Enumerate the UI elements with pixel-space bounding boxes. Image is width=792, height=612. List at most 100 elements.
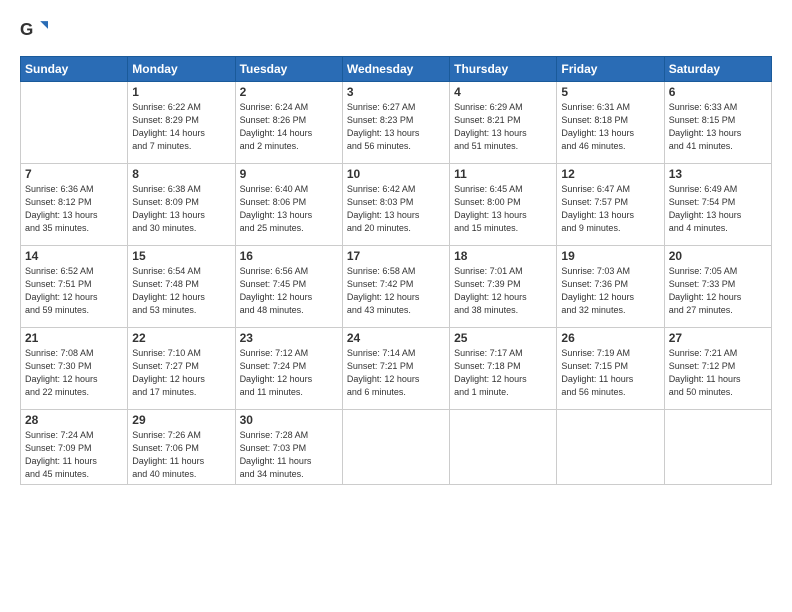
day-number: 16: [240, 249, 338, 263]
col-header-wednesday: Wednesday: [342, 57, 449, 82]
day-number: 12: [561, 167, 659, 181]
day-number: 3: [347, 85, 445, 99]
day-number: 27: [669, 331, 767, 345]
day-number: 9: [240, 167, 338, 181]
day-number: 26: [561, 331, 659, 345]
calendar-cell: 6Sunrise: 6:33 AM Sunset: 8:15 PM Daylig…: [664, 82, 771, 164]
day-info: Sunrise: 7:10 AM Sunset: 7:27 PM Dayligh…: [132, 347, 230, 399]
calendar-cell: 12 Sunrise: 6:47 AM Sunset: 7:57 PM Dayli…: [557, 164, 664, 246]
day-info: Sunrise: 6:31 AM Sunset: 8:18 PM Dayligh…: [561, 101, 659, 153]
day-number: 11: [454, 167, 552, 181]
day-info: Sunrise: 6:52 AM Sunset: 7:51 PM Dayligh…: [25, 265, 123, 317]
day-info: Sunrise: 6:47 AM Sunset: 7:57 PM Dayligh…: [561, 183, 659, 235]
calendar-cell: [664, 410, 771, 485]
day-info: Sunrise: 7:21 AM Sunset: 7:12 PM Dayligh…: [669, 347, 767, 399]
day-number: 8: [132, 167, 230, 181]
day-number: 4: [454, 85, 552, 99]
week-row-1: 1 Sunrise: 6:22 AM Sunset: 8:29 PM Daylig…: [21, 82, 772, 164]
calendar-cell: 1 Sunrise: 6:22 AM Sunset: 8:29 PM Daylig…: [128, 82, 235, 164]
day-number: 29: [132, 413, 230, 427]
calendar-cell: 23 Sunrise: 7:12 AM Sunset: 7:24 PM Dayli…: [235, 328, 342, 410]
day-info: Sunrise: 7:01 AM Sunset: 7:39 PM Dayligh…: [454, 265, 552, 317]
calendar-cell: 8 Sunrise: 6:38 AM Sunset: 8:09 PM Daylig…: [128, 164, 235, 246]
day-number: 5: [561, 85, 659, 99]
day-info: Sunrise: 6:36 AM Sunset: 8:12 PM Dayligh…: [25, 183, 123, 235]
day-info: Sunrise: 6:24 AM Sunset: 8:26 PM Dayligh…: [240, 101, 338, 153]
day-info: Sunrise: 7:24 AM Sunset: 7:09 PM Dayligh…: [25, 429, 123, 481]
col-header-sunday: Sunday: [21, 57, 128, 82]
calendar-cell: 26 Sunrise: 7:19 AM Sunset: 7:15 PM Dayli…: [557, 328, 664, 410]
week-row-2: 7 Sunrise: 6:36 AM Sunset: 8:12 PM Daylig…: [21, 164, 772, 246]
calendar-cell: 3 Sunrise: 6:27 AM Sunset: 8:23 PM Daylig…: [342, 82, 449, 164]
calendar-cell: 24Sunrise: 7:14 AM Sunset: 7:21 PM Dayli…: [342, 328, 449, 410]
calendar-cell: 2 Sunrise: 6:24 AM Sunset: 8:26 PM Daylig…: [235, 82, 342, 164]
day-number: 25: [454, 331, 552, 345]
day-info: Sunrise: 6:45 AM Sunset: 8:00 PM Dayligh…: [454, 183, 552, 235]
calendar-cell: 28 Sunrise: 7:24 AM Sunset: 7:09 PM Dayli…: [21, 410, 128, 485]
page-header: G: [20, 18, 772, 46]
calendar-cell: 5 Sunrise: 6:31 AM Sunset: 8:18 PM Daylig…: [557, 82, 664, 164]
calendar-cell: 9 Sunrise: 6:40 AM Sunset: 8:06 PM Daylig…: [235, 164, 342, 246]
col-header-monday: Monday: [128, 57, 235, 82]
col-header-thursday: Thursday: [450, 57, 557, 82]
svg-text:G: G: [20, 20, 33, 39]
calendar-cell: 25 Sunrise: 7:17 AM Sunset: 7:18 PM Dayli…: [450, 328, 557, 410]
day-number: 7: [25, 167, 123, 181]
day-info: Sunrise: 6:27 AM Sunset: 8:23 PM Dayligh…: [347, 101, 445, 153]
day-number: 19: [561, 249, 659, 263]
logo: G: [20, 18, 52, 46]
day-number: 20: [669, 249, 767, 263]
col-header-tuesday: Tuesday: [235, 57, 342, 82]
day-info: Sunrise: 6:22 AM Sunset: 8:29 PM Dayligh…: [132, 101, 230, 153]
calendar-cell: 21Sunrise: 7:08 AM Sunset: 7:30 PM Dayli…: [21, 328, 128, 410]
logo-icon: G: [20, 18, 48, 46]
calendar-cell: 16 Sunrise: 6:56 AM Sunset: 7:45 PM Dayli…: [235, 246, 342, 328]
day-info: Sunrise: 7:26 AM Sunset: 7:06 PM Dayligh…: [132, 429, 230, 481]
day-number: 28: [25, 413, 123, 427]
calendar-cell: 20Sunrise: 7:05 AM Sunset: 7:33 PM Dayli…: [664, 246, 771, 328]
calendar-cell: 29 Sunrise: 7:26 AM Sunset: 7:06 PM Dayli…: [128, 410, 235, 485]
calendar-cell: 17Sunrise: 6:58 AM Sunset: 7:42 PM Dayli…: [342, 246, 449, 328]
calendar-cell: 18 Sunrise: 7:01 AM Sunset: 7:39 PM Dayli…: [450, 246, 557, 328]
day-number: 1: [132, 85, 230, 99]
day-info: Sunrise: 6:40 AM Sunset: 8:06 PM Dayligh…: [240, 183, 338, 235]
col-header-friday: Friday: [557, 57, 664, 82]
calendar-cell: 14 Sunrise: 6:52 AM Sunset: 7:51 PM Dayli…: [21, 246, 128, 328]
day-number: 24: [347, 331, 445, 345]
week-row-3: 14 Sunrise: 6:52 AM Sunset: 7:51 PM Dayli…: [21, 246, 772, 328]
day-info: Sunrise: 6:29 AM Sunset: 8:21 PM Dayligh…: [454, 101, 552, 153]
day-info: Sunrise: 6:38 AM Sunset: 8:09 PM Dayligh…: [132, 183, 230, 235]
day-info: Sunrise: 7:19 AM Sunset: 7:15 PM Dayligh…: [561, 347, 659, 399]
calendar-cell: 22 Sunrise: 7:10 AM Sunset: 7:27 PM Dayli…: [128, 328, 235, 410]
calendar-cell: [342, 410, 449, 485]
calendar-cell: [450, 410, 557, 485]
col-header-saturday: Saturday: [664, 57, 771, 82]
day-info: Sunrise: 6:54 AM Sunset: 7:48 PM Dayligh…: [132, 265, 230, 317]
day-number: 2: [240, 85, 338, 99]
day-number: 14: [25, 249, 123, 263]
day-number: 15: [132, 249, 230, 263]
calendar-cell: 15 Sunrise: 6:54 AM Sunset: 7:48 PM Dayli…: [128, 246, 235, 328]
day-number: 30: [240, 413, 338, 427]
week-row-4: 21Sunrise: 7:08 AM Sunset: 7:30 PM Dayli…: [21, 328, 772, 410]
calendar-cell: [557, 410, 664, 485]
day-number: 17: [347, 249, 445, 263]
day-info: Sunrise: 7:08 AM Sunset: 7:30 PM Dayligh…: [25, 347, 123, 399]
day-number: 10: [347, 167, 445, 181]
week-row-5: 28 Sunrise: 7:24 AM Sunset: 7:09 PM Dayli…: [21, 410, 772, 485]
day-info: Sunrise: 6:42 AM Sunset: 8:03 PM Dayligh…: [347, 183, 445, 235]
day-number: 22: [132, 331, 230, 345]
day-info: Sunrise: 6:56 AM Sunset: 7:45 PM Dayligh…: [240, 265, 338, 317]
calendar-cell: 11 Sunrise: 6:45 AM Sunset: 8:00 PM Dayli…: [450, 164, 557, 246]
day-number: 6: [669, 85, 767, 99]
day-number: 23: [240, 331, 338, 345]
day-info: Sunrise: 7:17 AM Sunset: 7:18 PM Dayligh…: [454, 347, 552, 399]
calendar-cell: 30 Sunrise: 7:28 AM Sunset: 7:03 PM Dayli…: [235, 410, 342, 485]
day-info: Sunrise: 7:03 AM Sunset: 7:36 PM Dayligh…: [561, 265, 659, 317]
day-info: Sunrise: 7:12 AM Sunset: 7:24 PM Dayligh…: [240, 347, 338, 399]
day-info: Sunrise: 7:28 AM Sunset: 7:03 PM Dayligh…: [240, 429, 338, 481]
calendar-cell: 13Sunrise: 6:49 AM Sunset: 7:54 PM Dayli…: [664, 164, 771, 246]
day-number: 18: [454, 249, 552, 263]
day-number: 13: [669, 167, 767, 181]
calendar-cell: 4 Sunrise: 6:29 AM Sunset: 8:21 PM Daylig…: [450, 82, 557, 164]
